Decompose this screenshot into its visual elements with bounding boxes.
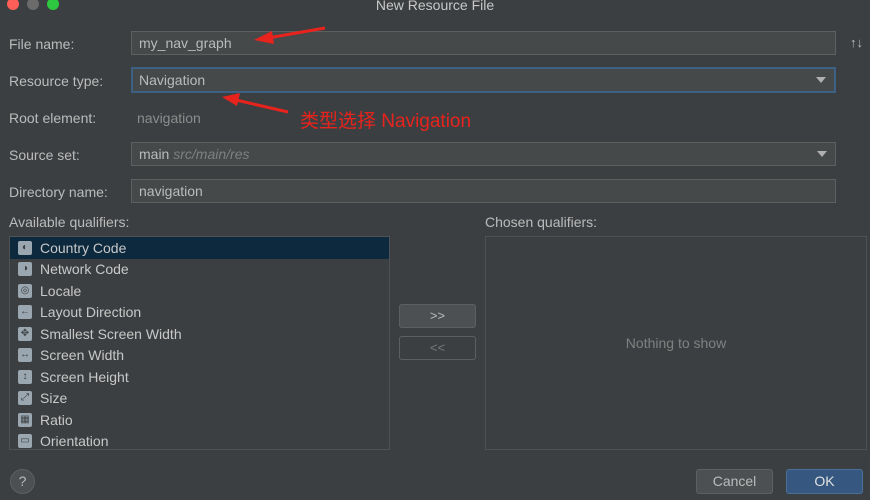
annotation-arrows [0, 0, 870, 500]
arrow-to-resource-type [236, 100, 288, 112]
arrow-to-file-name [268, 28, 325, 38]
annotation-text: 类型选择 Navigation [300, 106, 471, 133]
